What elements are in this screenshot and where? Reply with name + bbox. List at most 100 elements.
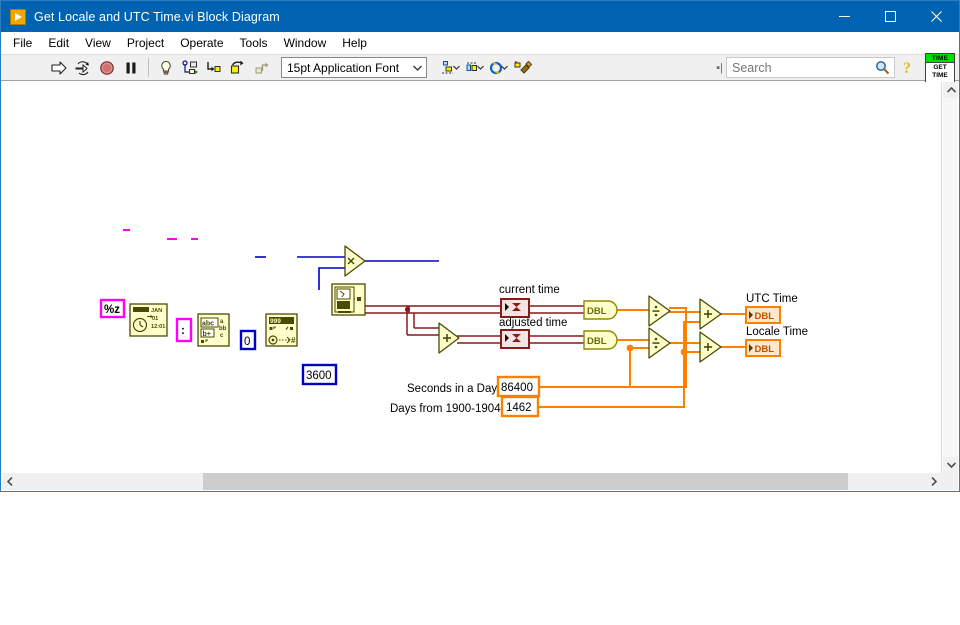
- current-time-label: current time: [499, 284, 560, 296]
- menu-tools[interactable]: Tools: [232, 33, 276, 53]
- chevron-down-icon[interactable]: [409, 58, 426, 77]
- step-into-button[interactable]: [202, 56, 226, 79]
- days-offset-constant[interactable]: 1462: [500, 395, 540, 418]
- scroll-down-button[interactable]: [943, 457, 959, 473]
- to-double-label-1: DBL: [587, 306, 607, 317]
- svg-text:999: 999: [270, 318, 281, 325]
- wire-junction-86400: [626, 344, 634, 352]
- distribute-objects-button[interactable]: [463, 56, 487, 79]
- add-node-2[interactable]: [699, 331, 722, 363]
- wire-junction-timestamp: [404, 306, 411, 313]
- locale-time-terminal[interactable]: DBL: [745, 339, 781, 357]
- font-selector-label: 15pt Application Font: [287, 60, 400, 75]
- vi-icon-line2: TIME: [932, 72, 948, 79]
- get-date-time-in-seconds-node[interactable]: [331, 283, 366, 316]
- window-controls: [821, 1, 959, 32]
- menu-window[interactable]: Window: [276, 33, 335, 53]
- toolbar-separator: [148, 58, 149, 77]
- menu-project[interactable]: Project: [119, 33, 172, 53]
- labview-block-diagram-window: Get Locale and UTC Time.vi Block Diagram…: [0, 0, 960, 492]
- search-input[interactable]: Search: [726, 57, 870, 78]
- seconds-per-hour-constant[interactable]: 3600: [301, 363, 338, 386]
- menu-operate[interactable]: Operate: [172, 33, 231, 53]
- vi-icon-line1: GET: [933, 64, 947, 71]
- horizontal-scroll-thumb[interactable]: [203, 473, 848, 490]
- to-double-label-2: DBL: [587, 336, 607, 347]
- menu-bar: File Edit View Project Operate Tools Win…: [1, 32, 959, 54]
- svg-text:?: ?: [903, 60, 911, 76]
- retain-wire-values-button[interactable]: [178, 56, 202, 79]
- svg-text:12:01: 12:01: [151, 324, 165, 330]
- colon-separator-constant[interactable]: :: [175, 317, 193, 343]
- scroll-right-button[interactable]: [926, 473, 942, 490]
- menu-help[interactable]: Help: [334, 33, 375, 53]
- colon-separator-text: :: [181, 325, 185, 337]
- number-to-decimal-string-node[interactable]: 999 #: [265, 313, 298, 347]
- menu-edit[interactable]: Edit: [40, 33, 77, 53]
- format-date-time-string-node[interactable]: JAN 01 12:01: [129, 303, 168, 337]
- svg-text:bb: bb: [219, 326, 227, 332]
- horizontal-scroll-track-left[interactable]: [18, 473, 203, 490]
- utc-time-terminal[interactable]: DBL: [745, 306, 781, 324]
- search-placeholder: Search: [732, 60, 772, 75]
- window-title: Get Locale and UTC Time.vi Block Diagram: [34, 9, 280, 24]
- divide-node-1[interactable]: [648, 295, 671, 327]
- horizontal-scroll-track-right[interactable]: [848, 473, 926, 490]
- labview-vi-icon: [10, 8, 26, 25]
- block-diagram-canvas-area: %z JAN 01 12:01 : abc b+ a bb c 0 999 # …: [2, 82, 958, 490]
- scroll-left-button[interactable]: [2, 473, 18, 490]
- add-node-1[interactable]: [699, 298, 722, 330]
- scrollbar-corner: [942, 473, 958, 490]
- context-help-button[interactable]: ?: [895, 56, 921, 79]
- svg-text:abc: abc: [202, 321, 214, 328]
- add-offset-node[interactable]: [438, 322, 460, 354]
- align-objects-button[interactable]: [439, 56, 463, 79]
- toolbar: 15pt Application Font ▪| Search ? TIME G…: [1, 52, 959, 83]
- days-offset-value: 1462: [506, 402, 532, 414]
- to-double-precision-node-1[interactable]: DBL: [583, 300, 618, 320]
- minimize-button[interactable]: [821, 1, 867, 32]
- search-button[interactable]: [870, 57, 895, 78]
- reorder-button[interactable]: [487, 56, 511, 79]
- string-wires: [123, 229, 198, 240]
- vi-icon-body: GET TIME: [926, 63, 954, 82]
- vi-icon-pane[interactable]: TIME GET TIME: [925, 52, 955, 83]
- run-button[interactable]: [47, 56, 71, 79]
- vertical-scrollbar[interactable]: [942, 82, 958, 473]
- current-time-indicator[interactable]: [500, 298, 530, 318]
- adjusted-time-indicator[interactable]: [500, 329, 530, 349]
- menu-file[interactable]: File: [5, 33, 40, 53]
- menu-view[interactable]: View: [77, 33, 119, 53]
- days-offset-label: Days from 1900-1904: [390, 403, 501, 415]
- zero-constant[interactable]: 0: [239, 329, 257, 351]
- vi-icon-top-label: TIME: [926, 53, 954, 63]
- title-bar: Get Locale and UTC Time.vi Block Diagram: [1, 1, 959, 32]
- seconds-in-a-day-constant[interactable]: 86400: [496, 375, 541, 398]
- adjusted-time-label: adjusted time: [499, 317, 567, 329]
- search-resize-grip[interactable]: ▪|: [716, 62, 723, 74]
- close-button[interactable]: [913, 1, 959, 32]
- run-continuously-button[interactable]: [71, 56, 95, 79]
- to-double-precision-node-2[interactable]: DBL: [583, 330, 618, 350]
- abort-execution-button[interactable]: [95, 56, 119, 79]
- format-string-constant-text: %z: [104, 304, 120, 316]
- step-over-button[interactable]: [226, 56, 250, 79]
- divide-node-2[interactable]: [648, 327, 671, 359]
- vertical-scroll-track[interactable]: [943, 98, 958, 457]
- block-diagram-canvas[interactable]: %z JAN 01 12:01 : abc b+ a bb c 0 999 # …: [2, 82, 942, 473]
- format-string-constant[interactable]: %z: [99, 298, 126, 319]
- multiply-node[interactable]: [344, 245, 366, 277]
- seconds-in-a-day-label: Seconds in a Day: [407, 383, 497, 395]
- block-diagram-graph: %z JAN 01 12:01 : abc b+ a bb c 0 999 # …: [99, 229, 808, 418]
- highlight-execution-button[interactable]: [154, 56, 178, 79]
- scan-from-string-node[interactable]: abc b+ a bb c: [197, 313, 230, 347]
- horizontal-scrollbar[interactable]: [2, 473, 942, 490]
- maximize-button[interactable]: [867, 1, 913, 32]
- font-selector[interactable]: 15pt Application Font: [281, 57, 427, 78]
- svg-text:01: 01: [152, 316, 158, 322]
- pause-button[interactable]: [119, 56, 143, 79]
- clean-up-diagram-button[interactable]: [511, 56, 535, 79]
- scroll-up-button[interactable]: [943, 82, 959, 98]
- step-out-button[interactable]: [250, 56, 274, 79]
- svg-text:b+: b+: [203, 331, 211, 338]
